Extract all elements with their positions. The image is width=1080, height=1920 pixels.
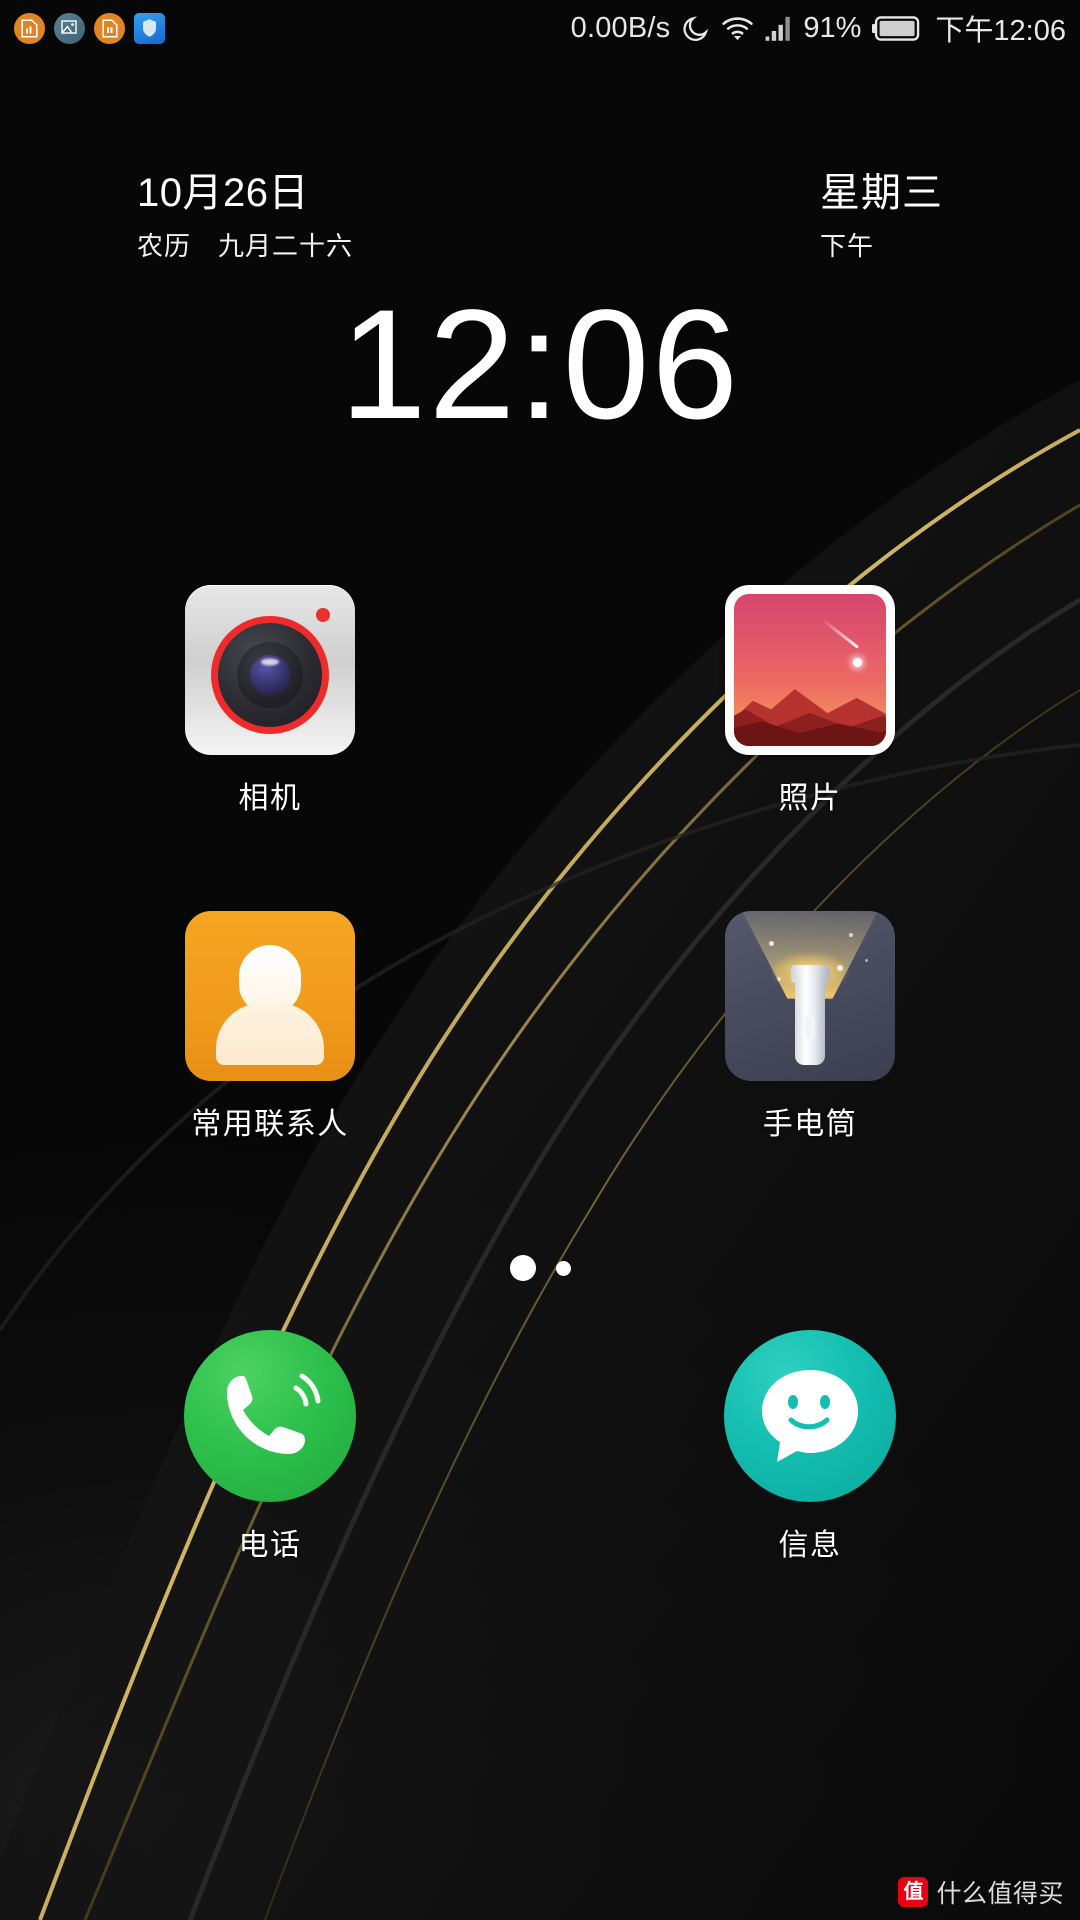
page-indicator[interactable] bbox=[0, 1255, 1080, 1281]
page-dot-2[interactable] bbox=[555, 1260, 571, 1276]
watermark-badge: 值 bbox=[898, 1877, 929, 1907]
flashlight-sparkle bbox=[849, 933, 853, 937]
status-bar-clock: 下午12:06 bbox=[935, 15, 1066, 47]
watermark: 值 什么值得买 bbox=[898, 1874, 1064, 1910]
clock-widget[interactable]: 10月26日 农历 九月二十六 星期三 下午 12:06 bbox=[0, 170, 1080, 443]
sim-card-orange-2-icon bbox=[94, 12, 125, 44]
sim-card-2-glyph bbox=[101, 18, 118, 38]
app-label-camera: 相机 bbox=[238, 782, 302, 815]
date-block[interactable]: 10月26日 农历 九月二十六 bbox=[137, 170, 353, 263]
wifi-icon bbox=[722, 17, 754, 41]
status-bar-indicators: 0.00B/s 91% 下午12:06 bbox=[571, 7, 1066, 49]
app-camera[interactable]: 相机 bbox=[0, 585, 540, 817]
app-flashlight[interactable]: 手电筒 bbox=[540, 911, 1080, 1143]
gallery-teal-icon bbox=[54, 12, 85, 44]
contacts-person-body bbox=[216, 1003, 324, 1065]
sim-card-orange-icon bbox=[14, 12, 45, 44]
battery-full-icon bbox=[872, 15, 920, 41]
weekday-block: 星期三 下午 bbox=[820, 170, 943, 263]
dock-messages[interactable]: 信息 bbox=[540, 1330, 1080, 1564]
security-shield-icon bbox=[134, 12, 165, 44]
dock-label-phone: 电话 bbox=[238, 1529, 302, 1562]
app-row-2: 常用联系人 手电筒 bbox=[0, 911, 1080, 1143]
period-text: 下午 bbox=[820, 231, 875, 262]
photos-picture bbox=[734, 594, 886, 746]
message-icon[interactable] bbox=[724, 1330, 896, 1502]
camera-shutter-dot bbox=[316, 608, 330, 622]
flashlight-sparkle bbox=[837, 965, 843, 971]
battery-percent-text: 91% bbox=[803, 11, 862, 44]
shield-glyph bbox=[143, 19, 156, 37]
photos-comet-head bbox=[853, 658, 862, 667]
camera-icon[interactable] bbox=[185, 585, 355, 755]
flashlight-sparkle bbox=[777, 977, 781, 981]
watermark-text: 什么值得买 bbox=[936, 1880, 1064, 1908]
signal-bars-icon bbox=[765, 16, 791, 41]
app-label-contacts: 常用联系人 bbox=[191, 1108, 349, 1141]
flashlight-sparkle bbox=[865, 959, 868, 962]
clock-time[interactable]: 12:06 bbox=[0, 287, 1080, 443]
message-glyph bbox=[762, 1370, 858, 1462]
dock: 电话 信息 bbox=[0, 1330, 1080, 1564]
status-bar: 0.00B/s 91% 下午12:06 bbox=[0, 0, 1080, 56]
moon-icon bbox=[683, 15, 709, 41]
photos-icon[interactable] bbox=[725, 585, 895, 755]
app-grid: 相机 照片 常用联系人 手电筒 bbox=[0, 585, 1080, 1143]
app-label-photos: 照片 bbox=[778, 782, 842, 815]
app-contacts[interactable]: 常用联系人 bbox=[0, 911, 540, 1143]
camera-lens-glint bbox=[261, 658, 279, 665]
weekday-text: 星期三 bbox=[820, 171, 943, 215]
flashlight-sparkle bbox=[769, 941, 774, 946]
status-bar-notifications[interactable] bbox=[14, 12, 165, 44]
app-label-flashlight: 手电筒 bbox=[762, 1108, 858, 1141]
photos-comet-tail bbox=[820, 617, 859, 649]
contacts-icon[interactable] bbox=[185, 911, 355, 1081]
network-speed-text: 0.00B/s bbox=[570, 11, 671, 44]
page-dot-active[interactable] bbox=[509, 1255, 536, 1281]
phone-glyph bbox=[227, 1373, 321, 1454]
gallery-glyph bbox=[60, 20, 77, 34]
app-row-1: 相机 照片 bbox=[0, 585, 1080, 817]
gregorian-date: 10月26日 bbox=[137, 171, 309, 215]
sim-card-glyph bbox=[21, 18, 38, 38]
flashlight-switch bbox=[805, 1015, 815, 1039]
lunar-date: 农历 九月二十六 bbox=[137, 231, 354, 262]
flashlight-icon[interactable] bbox=[725, 911, 895, 1081]
phone-icon[interactable] bbox=[184, 1330, 356, 1502]
app-photos[interactable]: 照片 bbox=[540, 585, 1080, 817]
dock-label-messages: 信息 bbox=[778, 1529, 842, 1562]
dock-phone[interactable]: 电话 bbox=[0, 1330, 540, 1564]
